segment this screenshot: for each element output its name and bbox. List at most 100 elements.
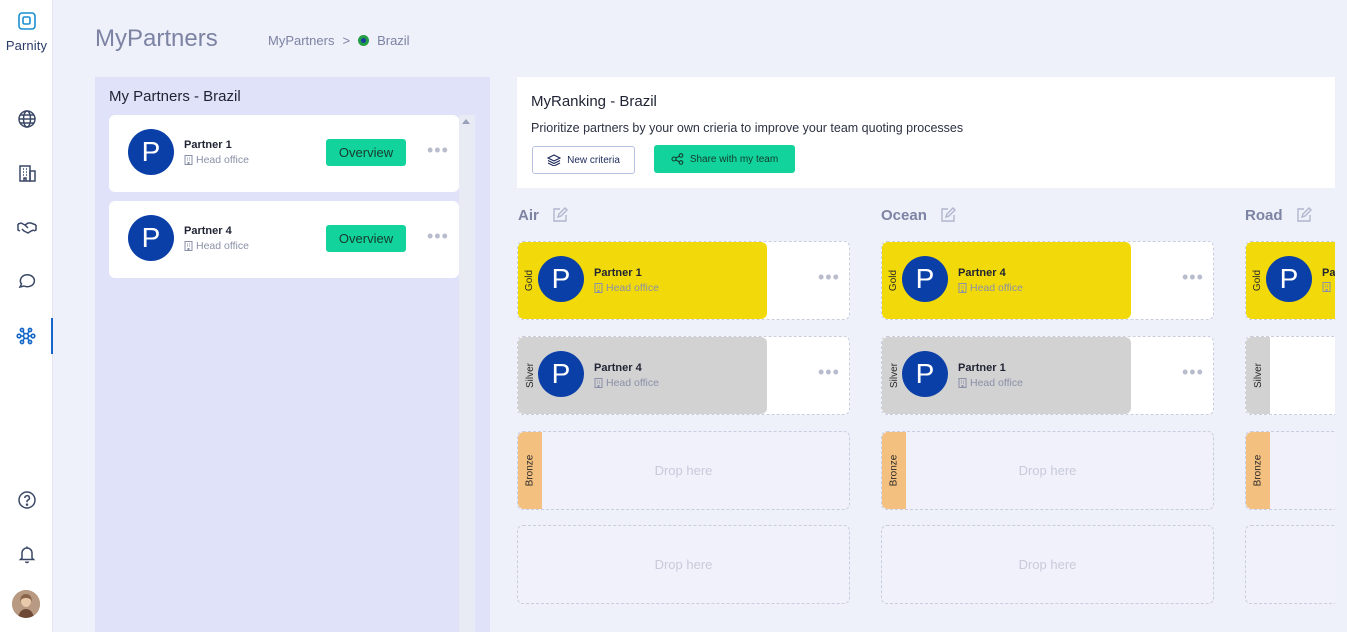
more-options-icon[interactable]: ••• [427, 141, 449, 159]
sidebar-item-notifications[interactable] [0, 536, 53, 572]
ranking-slot-bronze[interactable]: Bronze [1245, 431, 1335, 510]
handshake-icon [16, 222, 37, 234]
building-icon [958, 378, 967, 388]
overview-button[interactable]: Overview [326, 225, 406, 252]
partner-avatar: P [128, 129, 174, 175]
drop-zone-text: Drop here [654, 557, 713, 572]
my-partners-panel: My Partners - Brazil P Partner 1 Head of… [95, 77, 490, 632]
drop-zone[interactable] [1245, 525, 1335, 604]
sidebar-item-companies[interactable] [0, 155, 53, 191]
tier-label: Silver [888, 362, 900, 389]
partner-location: Head office [958, 377, 1023, 389]
drop-zone-text: Drop here [1018, 557, 1077, 572]
edit-icon[interactable] [1295, 206, 1313, 224]
sidebar-item-globe[interactable] [0, 101, 53, 137]
tier-label: Gold [1252, 269, 1264, 292]
partner-name: Partner 4 [184, 225, 232, 237]
edit-icon[interactable] [939, 206, 957, 224]
breadcrumb-link-mypartners[interactable]: MyPartners [268, 33, 334, 48]
panel-title: My Partners - Brazil [109, 88, 241, 105]
network-icon [15, 327, 36, 345]
partner-name: Partner 4 [594, 362, 642, 374]
bell-icon [18, 546, 35, 564]
tier-label: Silver [524, 362, 536, 389]
share-with-team-button[interactable]: Share with my team [654, 145, 795, 173]
ranking-slot-gold[interactable]: Gold P Pa [1245, 241, 1335, 320]
drop-zone[interactable]: Drop here [881, 525, 1214, 604]
partner-location [1322, 282, 1334, 292]
user-avatar[interactable] [12, 590, 40, 618]
chat-icon [18, 274, 35, 289]
sidebar-item-messages[interactable] [0, 263, 53, 299]
partner-card[interactable]: P Partner 4 Head office Overview ••• [109, 201, 459, 278]
partner-avatar: P [538, 256, 584, 302]
partner-avatar: P [538, 351, 584, 397]
ranking-slot-silver[interactable]: Silver P Partner 4 Head office ••• [517, 336, 850, 415]
new-criteria-button[interactable]: New criteria [532, 146, 635, 174]
partner-name: Pa [1322, 267, 1335, 279]
drop-zone-text: Drop here [1018, 463, 1077, 478]
column-header-ocean: Ocean [881, 206, 957, 224]
partner-location: Head office [594, 282, 659, 294]
building-icon [958, 283, 967, 293]
building-icon [594, 283, 603, 293]
tier-label: Gold [888, 269, 900, 292]
ranking-slot-bronze[interactable]: Bronze Drop here [881, 431, 1214, 510]
share-icon [671, 153, 684, 165]
drop-zone-text: Drop here [654, 463, 713, 478]
ranking-slot-silver[interactable]: Silver [1245, 336, 1335, 415]
partner-avatar: P [902, 351, 948, 397]
tier-label: Gold [524, 269, 536, 292]
ranking-description: Prioritize partners by your own crieria … [531, 121, 964, 135]
partner-avatar: P [128, 215, 174, 261]
ranking-slot-silver[interactable]: Silver P Partner 1 Head office ••• [881, 336, 1214, 415]
partner-location-text: Head office [606, 282, 659, 294]
parnity-logo-icon [17, 12, 36, 30]
ranking-slot-gold[interactable]: Gold P Partner 4 Head office ••• [881, 241, 1214, 320]
edit-icon[interactable] [551, 206, 569, 224]
user-photo-icon [12, 590, 40, 618]
partner-avatar: P [902, 256, 948, 302]
globe-icon [17, 110, 36, 128]
ranking-title: MyRanking - Brazil [531, 93, 657, 110]
more-options-icon[interactable]: ••• [818, 363, 840, 381]
more-options-icon[interactable]: ••• [1182, 363, 1204, 381]
breadcrumb: MyPartners > Brazil [268, 33, 410, 48]
more-options-icon[interactable]: ••• [818, 268, 840, 286]
column-title: Ocean [881, 206, 927, 224]
partner-location-text: Head office [196, 240, 249, 252]
partner-location-text: Head office [970, 282, 1023, 294]
partner-location: Head office [184, 154, 249, 166]
sidebar-item-partners[interactable] [0, 209, 53, 245]
partner-location: Head office [958, 282, 1023, 294]
more-options-icon[interactable]: ••• [427, 227, 449, 245]
partner-location-text: Head office [606, 377, 659, 389]
partner-card[interactable]: P Partner 1 Head office Overview ••• [109, 115, 459, 192]
building-icon [18, 165, 36, 182]
ranking-card: MyRanking - Brazil Prioritize partners b… [517, 77, 1335, 188]
scroll-up-icon[interactable] [462, 119, 470, 124]
more-options-icon[interactable]: ••• [1182, 268, 1204, 286]
building-icon [594, 378, 603, 388]
column-title: Air [518, 206, 539, 224]
tier-label: Silver [1252, 362, 1264, 389]
scrollbar[interactable] [459, 115, 475, 632]
drop-zone[interactable]: Drop here [517, 525, 850, 604]
ranking-slot-gold[interactable]: Gold P Partner 1 Head office ••• [517, 241, 850, 320]
partner-name: Partner 1 [184, 139, 232, 151]
app-logo[interactable]: Parnity [0, 12, 53, 53]
ranking-board: Gold P Partner 1 Head office ••• Silver … [517, 230, 1335, 632]
partner-location: Head office [184, 240, 249, 252]
page-title: MyPartners [95, 25, 218, 52]
share-label: Share with my team [689, 153, 779, 165]
building-icon [1322, 282, 1331, 292]
sidebar-item-network[interactable] [0, 318, 53, 354]
new-criteria-label: New criteria [567, 154, 620, 166]
building-icon [184, 241, 193, 251]
tier-label: Bronze [1252, 454, 1264, 487]
overview-button[interactable]: Overview [326, 139, 406, 166]
column-header-air: Air [518, 206, 569, 224]
ranking-slot-bronze[interactable]: Bronze Drop here [517, 431, 850, 510]
partner-name: Partner 1 [594, 267, 642, 279]
sidebar-item-help[interactable] [0, 482, 53, 518]
